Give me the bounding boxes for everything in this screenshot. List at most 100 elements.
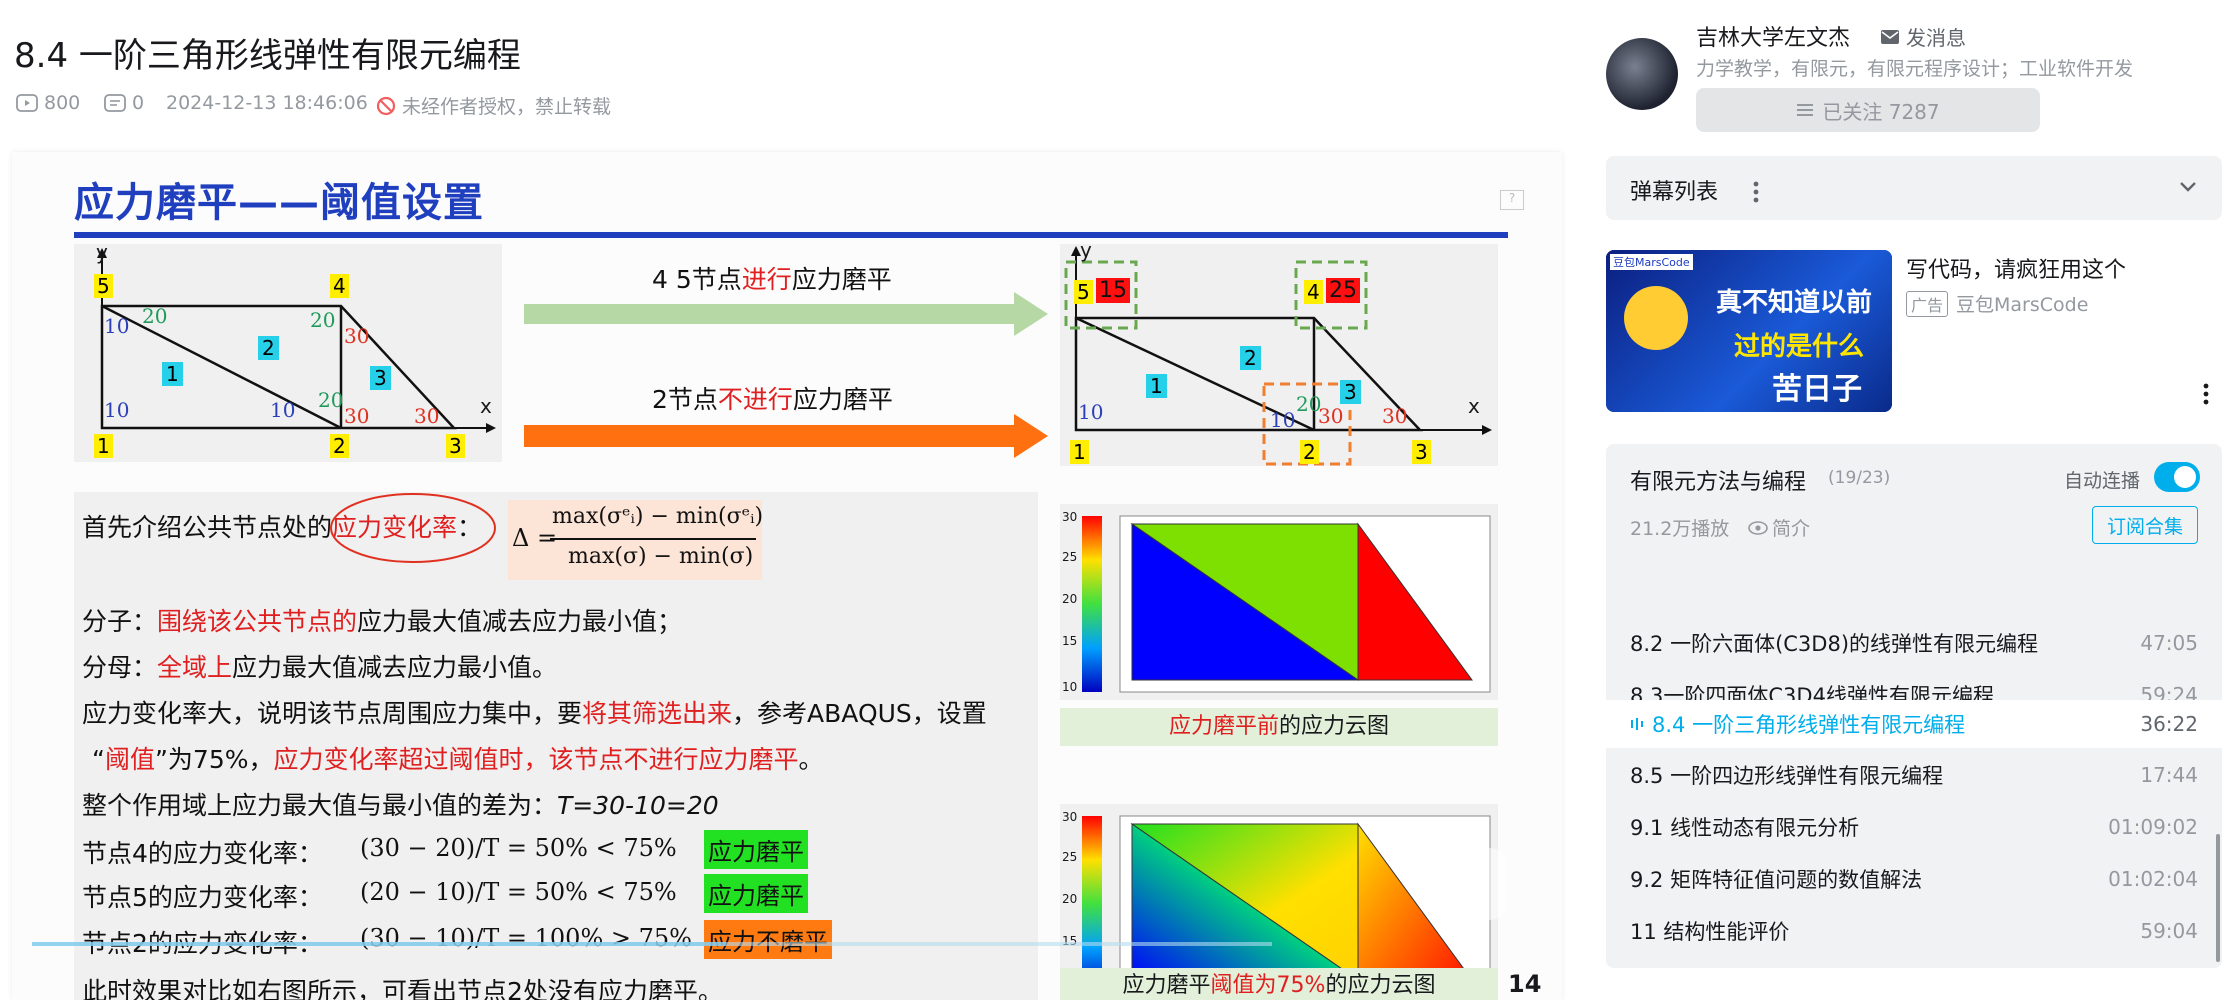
now-playing-icon bbox=[1631, 718, 1643, 730]
help-icon: ? bbox=[1500, 190, 1524, 210]
arrow2-caption: 2节点不进行应力磨平 bbox=[652, 385, 893, 414]
send-message-button[interactable]: 发消息 bbox=[1880, 22, 1966, 51]
ad-thumbnail[interactable]: 豆包MarsCode 真不知道以前 过的是什么 苦日子 bbox=[1606, 250, 1892, 412]
eye-icon bbox=[1748, 520, 1768, 535]
contour-plot-before: 30 25 20 15 10 bbox=[1060, 504, 1498, 700]
video-progress-track[interactable] bbox=[32, 942, 1272, 946]
send-message-label: 发消息 bbox=[1906, 26, 1966, 50]
explain-line-1: 应力变化率大，说明该节点周围应力集中，要将其筛选出来，参考ABAQUS，设置 bbox=[82, 699, 987, 728]
follow-button[interactable]: 已关注 7287 bbox=[1696, 88, 2040, 132]
ad-thumb-line2: 过的是什么 bbox=[1734, 332, 1865, 362]
node5-rate-formula: (20 − 10)/T = 50% < 75% bbox=[360, 878, 677, 906]
node-1-label: 1 bbox=[94, 434, 113, 458]
playlist-item-active[interactable]: 8.4 一阶三角形线弹性有限元编程 36:22 bbox=[1630, 698, 2198, 750]
colorbar-tick: 30 bbox=[1062, 510, 1078, 524]
chevron-down-icon[interactable] bbox=[2178, 180, 2198, 194]
slide-page-number: 14 bbox=[1508, 970, 1542, 998]
collection-plays: 21.2万播放 bbox=[1630, 518, 1730, 540]
subscribe-collection-button[interactable]: 订阅合集 bbox=[2092, 506, 2198, 544]
collection-intro[interactable]: 简介 bbox=[1748, 514, 1810, 541]
node4-rate-formula: (30 − 20)/T = 50% < 75% bbox=[360, 834, 677, 862]
copyright-notice: 未经作者授权，禁止转载 bbox=[376, 92, 611, 119]
fraction-bar bbox=[550, 538, 756, 540]
node-2-label: 2 bbox=[330, 434, 349, 458]
ad-source[interactable]: 豆包MarsCode bbox=[1956, 290, 2088, 317]
video-player[interactable]: 应力磨平——阈值设置 ? y x 5 4 1 2 3 1 2 3 10 20 2… bbox=[12, 152, 1562, 1000]
element-2-label: 2 bbox=[258, 336, 279, 360]
playlist-item[interactable]: 11 结构性能评价 59:04 bbox=[1630, 906, 2198, 956]
author-avatar[interactable] bbox=[1606, 38, 1678, 110]
colorbar-tick: 20 bbox=[1062, 892, 1078, 906]
ad-thumb-line1: 真不知道以前 bbox=[1716, 288, 1873, 318]
playlist-item[interactable]: 8.5 一阶四边形线弹性有限元编程 17:44 bbox=[1630, 750, 2198, 800]
follow-label: 已关注 7287 bbox=[1822, 99, 1940, 124]
elem3-node2-value: 30 bbox=[344, 404, 370, 428]
playlist-item[interactable]: 9.2 矩阵特征值问题的数值解法 01:02:04 bbox=[1630, 854, 2198, 904]
danmaku-list-title: 弹幕列表 bbox=[1630, 180, 1719, 205]
elem3-node3-value: 30 bbox=[1382, 404, 1408, 428]
node-5-smoothed-value: 15 bbox=[1096, 278, 1130, 303]
green-arrow bbox=[524, 292, 1048, 336]
elem1-node5-value: 10 bbox=[104, 314, 130, 338]
playlist-scrollbar[interactable] bbox=[2216, 834, 2220, 962]
elem3-node3-value: 30 bbox=[414, 404, 440, 428]
publish-datetime: 2024-12-13 18:46:06 bbox=[166, 92, 368, 114]
explain-line-2: “阈值”为75%，应力变化率超过阈值时，该节点不进行应力磨平。 bbox=[92, 745, 824, 774]
play-icon bbox=[1454, 868, 1480, 900]
element-2-label: 2 bbox=[1240, 346, 1261, 370]
autoplay-label: 自动连播 bbox=[2064, 470, 2141, 492]
playlist-item[interactable]: 8.2 一阶六面体(C3D8)的线弹性有限元编程 47:05 bbox=[1630, 618, 2198, 668]
ad-more-icon[interactable] bbox=[2202, 382, 2210, 406]
mesh-before-panel: y x 5 4 1 2 3 1 2 3 10 20 20 30 10 10 20… bbox=[74, 240, 502, 462]
views-stat: 800 bbox=[16, 92, 80, 114]
ad-meta: 广告 豆包MarsCode bbox=[1906, 290, 2088, 317]
denominator-line: 分母：全域上应力最大值减去应力最小值。 bbox=[82, 653, 558, 682]
colorbar-tick: 25 bbox=[1062, 550, 1078, 564]
node-4-smoothed-value: 25 bbox=[1326, 278, 1360, 303]
video-title: 8.4 一阶三角形线弹性有限元编程 bbox=[14, 36, 521, 76]
node-3-label: 3 bbox=[1412, 440, 1431, 464]
node2-result-badge: 应力不磨平 bbox=[704, 920, 832, 959]
y-axis-label: y bbox=[1080, 238, 1092, 262]
element-1-label: 1 bbox=[162, 362, 183, 386]
numerator-line: 分子：围绕该公共节点的应力最大值减去应力最小值； bbox=[82, 607, 683, 636]
node-1-label: 1 bbox=[1070, 440, 1089, 464]
node-4-label: 4 bbox=[1304, 280, 1323, 304]
author-name[interactable]: 吉林大学左文杰 bbox=[1696, 20, 1850, 52]
mesh-after-panel: y x 5 15 4 25 1 2 3 1 2 3 10 10 20 30 30 bbox=[1060, 238, 1498, 466]
node2-rate-formula: (30 − 10)/T = 100% > 75% bbox=[360, 924, 692, 952]
element-1-label: 1 bbox=[1146, 374, 1167, 398]
x-axis-label: x bbox=[1468, 394, 1480, 418]
danmaku-list-toggle[interactable]: 弹幕列表 bbox=[1606, 156, 2222, 220]
ad-emoji-face bbox=[1624, 286, 1688, 350]
element-3-label: 3 bbox=[1340, 380, 1361, 404]
danmaku-count-icon bbox=[104, 94, 126, 112]
node5-result-badge: 应力磨平 bbox=[704, 874, 808, 913]
ad-thumb-line3: 苦日子 bbox=[1772, 372, 1862, 407]
contour-after-caption: 应力磨平阈值为75%的应力云图 bbox=[1060, 968, 1498, 1000]
collection-panel: 有限元方法与编程 (19/23) 自动连播 21.2万播放 简介 订阅合集 8.… bbox=[1606, 444, 2222, 968]
more-options-icon[interactable] bbox=[1752, 180, 1760, 204]
collection-progress: (19/23) bbox=[1828, 468, 1891, 488]
title-underline bbox=[74, 232, 1508, 238]
copyright-text: 未经作者授权，禁止转载 bbox=[402, 96, 612, 118]
collection-title[interactable]: 有限元方法与编程 bbox=[1630, 464, 1806, 496]
play-button[interactable] bbox=[1422, 848, 1506, 920]
playlist-item[interactable]: 9.1 线性动态有限元分析 01:09:02 bbox=[1630, 802, 2198, 852]
play-count-icon bbox=[16, 94, 38, 112]
contour-before-caption: 应力磨平前的应力云图 bbox=[1060, 708, 1498, 746]
elem1-node1-value: 10 bbox=[1078, 400, 1104, 424]
ad-thumb-brand: 豆包MarsCode bbox=[1610, 254, 1693, 270]
orange-arrow bbox=[524, 414, 1048, 458]
elem2-node2-value: 10 bbox=[1270, 408, 1296, 432]
formula-numerator: max(σᵉᵢ) − min(σᵉᵢ) bbox=[552, 504, 764, 529]
autoplay-toggle[interactable] bbox=[2154, 462, 2200, 492]
collection-intro-label: 简介 bbox=[1772, 518, 1811, 540]
node4-rate-label: 节点4的应力变化率： bbox=[82, 839, 323, 868]
colorbar-tick: 10 bbox=[1062, 680, 1078, 694]
mail-icon bbox=[1881, 29, 1899, 44]
ad-tag: 广告 bbox=[1906, 290, 1949, 317]
formula-denominator: max(σ) − min(σ) bbox=[568, 544, 754, 569]
range-line: 整个作用域上应力最大值与最小值的差为：T=30-10=20 bbox=[82, 791, 719, 820]
ad-title[interactable]: 写代码，请疯狂用这个 bbox=[1906, 252, 2126, 284]
